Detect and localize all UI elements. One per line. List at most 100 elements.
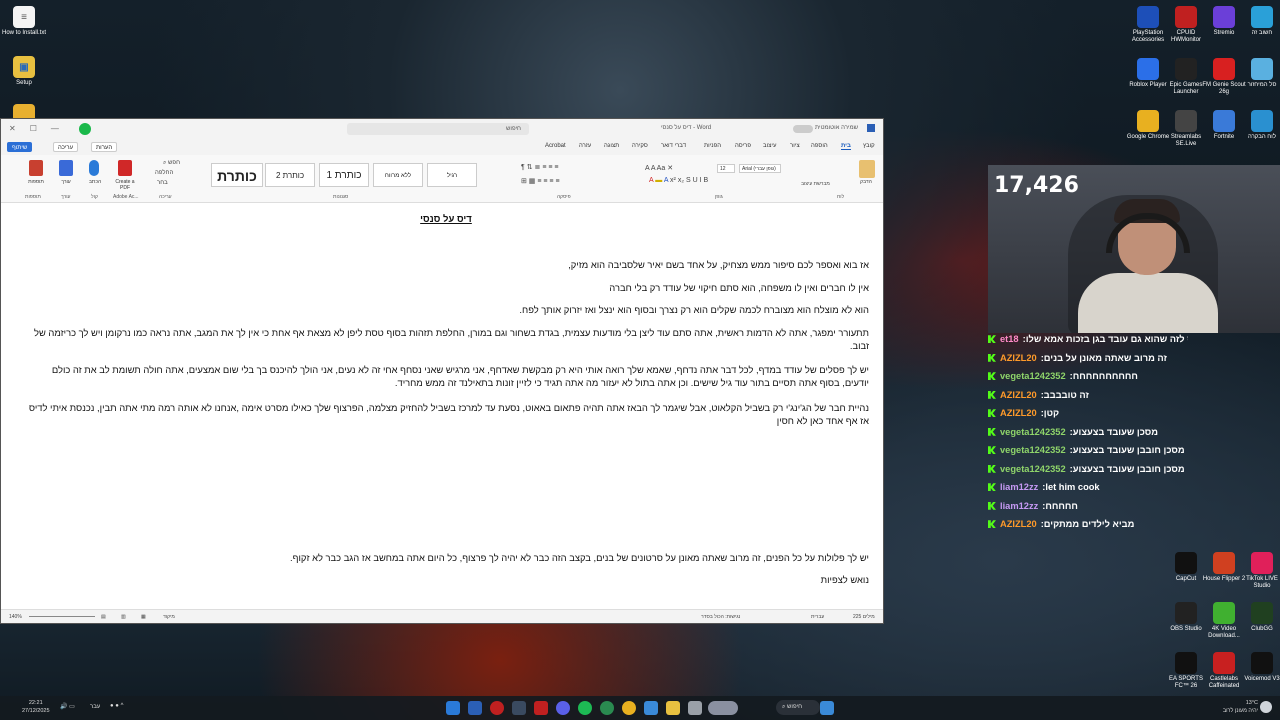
paste-icon[interactable] — [859, 160, 875, 178]
desktop-icon[interactable]: לוח הבקרה — [1240, 110, 1280, 141]
recycle-bin-icon — [1251, 58, 1273, 80]
tab-layout[interactable]: פריסה — [735, 143, 751, 149]
style-heading2[interactable]: כותרת 2 — [265, 163, 315, 187]
kick-icon — [988, 501, 996, 510]
tab-design[interactable]: עיצוב — [763, 143, 776, 149]
comments-button[interactable]: הערות — [91, 142, 118, 152]
weather-widget[interactable]: 13°C יהיה מעונן לרוב — [1223, 699, 1258, 715]
tab-file[interactable]: קובץ — [863, 143, 875, 149]
paragraph: נואש לצפיות — [820, 574, 869, 585]
style-heading1[interactable]: כותרת 1 — [319, 163, 369, 187]
desktop-icon-text-file[interactable]: ≡ How to Install.txt — [2, 6, 46, 37]
font-size-select[interactable]: 12 — [717, 164, 735, 173]
taskbar-app-icon[interactable] — [446, 701, 460, 715]
desktop-icon[interactable]: חשוב זה — [1240, 6, 1280, 37]
desktop-icon[interactable]: סל המיחזור — [1240, 58, 1280, 89]
tab-draw[interactable]: ציור — [790, 143, 800, 149]
paragraph: נהיית חבר של הג'ינג'י רק בשביל הקלאוט, א… — [28, 402, 869, 426]
tab-mailings[interactable]: דברי דואר — [661, 143, 686, 149]
streamer-shirt — [1078, 273, 1218, 333]
taskbar-search[interactable]: ⌕ חיפוש — [776, 700, 820, 715]
taskbar-app-icon[interactable] — [512, 701, 526, 715]
fortnite-icon — [1213, 110, 1235, 132]
editing-button[interactable]: עריכה — [53, 142, 79, 152]
tray-icons[interactable]: 🔊 ▭ — [60, 703, 75, 710]
tab-review[interactable]: סקירה — [632, 143, 648, 149]
chat-message: vegeta1242352: מסכן שעובד בצעצוע — [988, 423, 1188, 442]
style-no-spacing[interactable]: ללא מרווח — [373, 163, 423, 187]
file-explorer-icon[interactable] — [666, 701, 680, 715]
desktop-icon[interactable]: TikTok LIVE Studio — [1240, 552, 1280, 590]
desktop-icon[interactable]: Voicemod V3 — [1240, 652, 1280, 683]
paragraph-format-icons[interactable]: ⊞ ▦ ≡ ≡ ≡ ≡ — [521, 177, 560, 185]
tab-references[interactable]: הפניות — [704, 143, 721, 149]
ribbon: תוספות עורך הכתב Create a PDF ⌕ חפש החלפ… — [1, 155, 883, 203]
zoom-slider[interactable] — [29, 616, 95, 617]
font-size-grow-icons[interactable]: A A Aa ✕ — [645, 164, 673, 172]
create-pdf-icon[interactable] — [118, 160, 132, 176]
font-name-select[interactable]: Arial (גופן עברי) — [739, 164, 781, 173]
desktop-icon-setup[interactable]: ▣ Setup — [2, 56, 46, 87]
taskbar-app-icon[interactable] — [534, 701, 548, 715]
paragraph-alignment-icons[interactable]: ¶ ⇅ ≣ ≡ ≡ ≡ — [521, 163, 558, 171]
kick-icon — [988, 390, 996, 399]
document-body[interactable]: דיס על סנסי אז בוא ואספר לכם סיפור ממש מ… — [1, 205, 883, 611]
web-layout-icon[interactable]: ▦ — [141, 614, 146, 620]
accessibility-status[interactable]: נגישות: הכול בסדר — [701, 614, 740, 620]
tray-extra-icons[interactable]: ● ● ^ — [110, 703, 123, 709]
taskbar: 22:21 27/12/2025 🔊 ▭ עבר ● ● ^ ⌕ חיפוש 1… — [0, 696, 1280, 720]
find-button[interactable]: ⌕ חפש — [163, 160, 180, 167]
start-icon[interactable] — [820, 701, 834, 715]
discord-icon[interactable] — [556, 701, 570, 715]
word-app-icon — [867, 124, 875, 132]
taskbar-app-icon[interactable] — [600, 701, 614, 715]
weather-text: יהיה מעונן לרוב — [1222, 708, 1258, 714]
read-mode-icon[interactable]: ▥ — [121, 614, 126, 620]
chat-message: et18: ותתייחס לזה שהוא גם עובד בגן בזכות… — [988, 330, 1188, 349]
create-pdf-label: Create a PDF — [115, 179, 135, 191]
tab-home[interactable]: בית — [841, 143, 851, 150]
chat-message: vegeta1242352: מסכן חובבן שעובד בצעצוע — [988, 441, 1188, 460]
chat-message: vegeta1242352: חחחחחחחחחח — [988, 367, 1188, 386]
clock[interactable]: 22:21 27/12/2025 — [22, 699, 50, 715]
spotify-icon[interactable] — [578, 701, 592, 715]
desktop-icon[interactable]: ClubGG — [1240, 602, 1280, 633]
select-button[interactable]: בחר — [157, 180, 168, 186]
language-status[interactable]: עברית — [811, 614, 824, 620]
format-painter-button[interactable]: מברשת עיצוב — [801, 181, 830, 187]
editor-icon[interactable] — [59, 160, 73, 176]
chrome-icon[interactable] — [622, 701, 636, 715]
store-icon[interactable] — [644, 701, 658, 715]
avatar[interactable] — [1260, 701, 1272, 713]
taskbar-app-icon[interactable] — [688, 701, 702, 715]
tab-insert[interactable]: הוספה — [811, 143, 828, 149]
close-icon[interactable]: ✕ — [9, 124, 16, 133]
paragraph: הוא לא מוצלח הוא מצוברח לכמה שקלים הוא ר… — [519, 304, 869, 315]
tab-acrobat[interactable]: Acrobat — [545, 143, 566, 149]
streamlabs-icon — [1175, 110, 1197, 132]
autosave-toggle[interactable] — [793, 125, 813, 133]
search-input[interactable]: חיפוש — [347, 123, 529, 135]
font-format-icons[interactable]: A ▬ A x² x₂ S U I B — [649, 177, 708, 184]
taskbar-app-icon[interactable] — [490, 701, 504, 715]
widget-icon[interactable] — [708, 701, 738, 715]
style-normal[interactable]: רגיל — [427, 163, 477, 187]
chat-text: מסכן חובבן שעובד בצעצוע — [1072, 463, 1185, 474]
chat-username: liam12zz — [1000, 482, 1039, 493]
print-layout-icon[interactable]: ▤ — [101, 614, 106, 620]
minimize-icon[interactable]: — — [51, 124, 59, 133]
addins-icon[interactable] — [29, 160, 43, 176]
zoom-level[interactable]: 140% — [9, 614, 22, 620]
language-indicator[interactable]: עבר — [90, 704, 100, 710]
maximize-icon[interactable]: ☐ — [30, 124, 37, 133]
tab-view[interactable]: תצוגה — [604, 143, 619, 149]
microphone-icon[interactable] — [89, 160, 99, 176]
tab-help[interactable]: עזרה — [579, 143, 591, 149]
style-title[interactable]: כותרת — [211, 163, 263, 187]
share-button[interactable]: שיתוף — [7, 142, 33, 152]
replace-button[interactable]: החלפה — [155, 170, 173, 176]
group-styles: סגנונות — [333, 194, 349, 200]
desktop-icon-label: TikTok LIVE Studio — [1246, 576, 1278, 589]
word-taskbar-icon[interactable] — [468, 701, 482, 715]
focus-button[interactable]: מיקוד — [163, 614, 175, 620]
